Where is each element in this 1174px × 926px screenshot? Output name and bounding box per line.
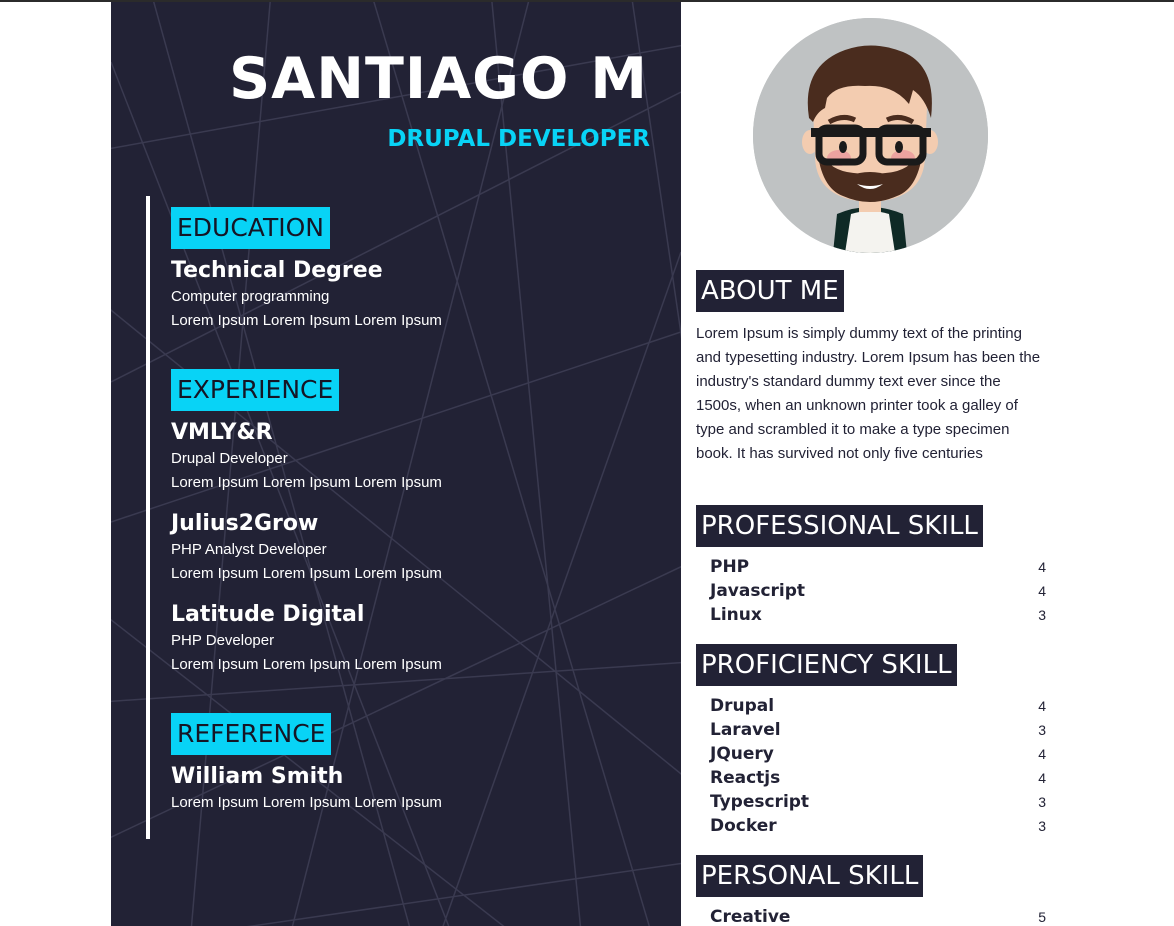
skill-row: Linux 3 bbox=[710, 603, 1046, 627]
experience-company: VMLY&R bbox=[171, 420, 273, 445]
skill-level: 3 bbox=[1038, 794, 1046, 810]
experience-description: Lorem Ipsum Lorem Ipsum Lorem Ipsum bbox=[171, 474, 442, 491]
left-panel: SANTIAGO M DRUPAL DEVELOPER EDUCATION Te… bbox=[111, 2, 681, 926]
skill-level: 4 bbox=[1038, 770, 1046, 786]
skill-row: Docker 3 bbox=[710, 814, 1046, 838]
skill-name: Javascript bbox=[710, 581, 806, 601]
proficiency-skill-heading: PROFICIENCY SKILL bbox=[696, 644, 957, 686]
experience-company: Latitude Digital bbox=[171, 602, 365, 627]
experience-heading: EXPERIENCE bbox=[171, 369, 340, 411]
reference-item: William Smith Lorem Ipsum Lorem Ipsum Lo… bbox=[171, 763, 442, 815]
skill-name: Reactjs bbox=[710, 768, 781, 788]
skill-name: PHP bbox=[710, 557, 750, 577]
skill-level: 3 bbox=[1038, 607, 1046, 623]
personal-skill-list: Creative 5 bbox=[710, 905, 1046, 926]
about-text: Lorem Ipsum is simply dummy text of the … bbox=[696, 325, 1041, 462]
experience-position: Drupal Developer bbox=[171, 450, 288, 467]
education-degree: Technical Degree bbox=[171, 258, 383, 283]
skill-level: 3 bbox=[1038, 722, 1046, 738]
candidate-role: DRUPAL DEVELOPER bbox=[387, 126, 650, 152]
professional-skill-heading: PROFESSIONAL SKILL bbox=[696, 505, 983, 547]
reference-name: William Smith bbox=[171, 764, 344, 789]
about-heading: ABOUT ME bbox=[696, 270, 844, 312]
education-item: Technical Degree Computer programming Lo… bbox=[171, 257, 442, 333]
experience-item: VMLY&R Drupal Developer Lorem Ipsum Lore… bbox=[171, 419, 442, 495]
skill-row: Drupal 4 bbox=[710, 694, 1046, 718]
skill-name: Laravel bbox=[710, 720, 781, 740]
professional-skill-list: PHP 4 Javascript 4 Linux 3 bbox=[710, 555, 1046, 627]
skill-name: JQuery bbox=[710, 744, 774, 764]
skill-row: Javascript 4 bbox=[710, 579, 1046, 603]
personal-skill-heading: PERSONAL SKILL bbox=[696, 855, 924, 897]
experience-position: PHP Developer bbox=[171, 632, 275, 649]
skill-level: 4 bbox=[1038, 698, 1046, 714]
proficiency-skill-list: Drupal 4 Laravel 3 JQuery 4 Reactjs 4 Ty… bbox=[710, 694, 1046, 838]
education-description: Lorem Ipsum Lorem Ipsum Lorem Ipsum bbox=[171, 312, 442, 329]
skill-row: JQuery 4 bbox=[710, 742, 1046, 766]
skill-name: Linux bbox=[710, 605, 762, 625]
skill-level: 3 bbox=[1038, 818, 1046, 834]
skill-row: Creative 5 bbox=[710, 905, 1046, 926]
skill-level: 4 bbox=[1038, 583, 1046, 599]
candidate-name: SANTIAGO M bbox=[229, 46, 648, 112]
skill-name: Creative bbox=[710, 907, 791, 926]
right-panel: ABOUT ME Lorem Ipsum is simply dummy tex… bbox=[681, 2, 1174, 926]
reference-heading: REFERENCE bbox=[171, 713, 332, 755]
education-field: Computer programming bbox=[171, 288, 330, 305]
bearded-man-with-glasses-avatar-icon bbox=[753, 18, 988, 253]
skill-row: Typescript 3 bbox=[710, 790, 1046, 814]
skill-row: PHP 4 bbox=[710, 555, 1046, 579]
skill-level: 4 bbox=[1038, 746, 1046, 762]
skill-level: 5 bbox=[1038, 909, 1046, 925]
experience-position: PHP Analyst Developer bbox=[171, 541, 327, 558]
experience-item: Julius2Grow PHP Analyst Developer Lorem … bbox=[171, 510, 442, 586]
experience-company: Julius2Grow bbox=[171, 511, 319, 536]
skill-name: Typescript bbox=[710, 792, 810, 812]
timeline-bar bbox=[146, 196, 150, 839]
experience-description: Lorem Ipsum Lorem Ipsum Lorem Ipsum bbox=[171, 565, 442, 582]
avatar bbox=[753, 18, 988, 253]
reference-description: Lorem Ipsum Lorem Ipsum Lorem Ipsum bbox=[171, 794, 442, 811]
skill-row: Reactjs 4 bbox=[710, 766, 1046, 790]
experience-item: Latitude Digital PHP Developer Lorem Ips… bbox=[171, 601, 442, 677]
skill-name: Drupal bbox=[710, 696, 775, 716]
skill-level: 4 bbox=[1038, 559, 1046, 575]
experience-description: Lorem Ipsum Lorem Ipsum Lorem Ipsum bbox=[171, 656, 442, 673]
skill-name: Docker bbox=[710, 816, 777, 836]
skill-row: Laravel 3 bbox=[710, 718, 1046, 742]
education-heading: EDUCATION bbox=[171, 207, 330, 249]
